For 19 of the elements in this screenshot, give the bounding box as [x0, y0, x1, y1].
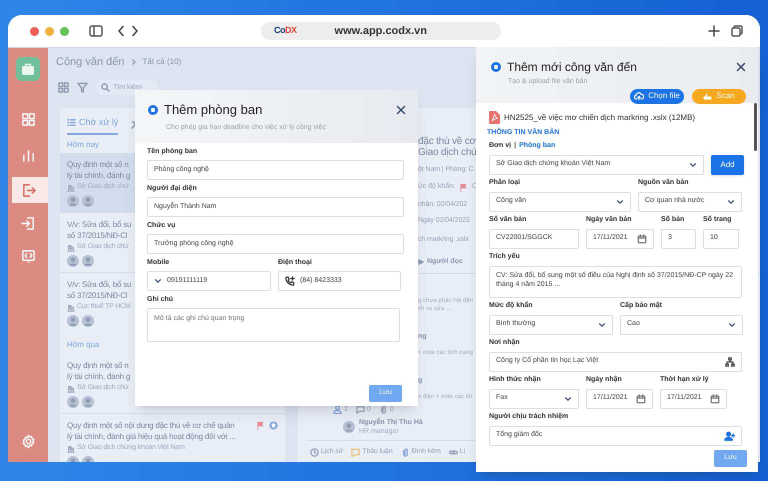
item-title: Quy định một số nội dung đặc thù về cơ chế quản — [67, 420, 235, 430]
logo: CoDX — [274, 24, 297, 38]
item-title: lý tài chính, đánh g — [67, 370, 130, 382]
item-title: V/v: Sửa đổi, bổ su — [67, 278, 132, 290]
item-title: Quy định một số n — [67, 158, 129, 170]
page-title: Công văn đến — [56, 54, 124, 70]
group-label: Hôm qua — [67, 340, 100, 350]
item-title: Quy định một số n — [67, 360, 129, 370]
dialog-title: Thêm phòng ban — [164, 101, 262, 119]
group-label: Hôm nay — [67, 140, 100, 150]
item-title: số 37/2015/NĐ-Cl — [67, 230, 128, 240]
item-title: số 37/2015/NĐ-Cl — [67, 290, 128, 300]
url-text: www.app.codx.vn — [334, 24, 428, 39]
document-title: đặc thù về cơ — [418, 136, 476, 147]
panel-title: Thêm mới công văn đến — [507, 59, 637, 76]
file-name: HN2525_về việc mơ chiến dịch markring .xslx (12MB) — [504, 112, 696, 124]
item-title: V/v: Sửa đổi, bổ su — [67, 218, 132, 230]
item-title: lý tài chính, đánh g — [67, 170, 130, 180]
item-title: lý tài chính, đánh giá hiệu quả hoạt động đối với ... — [67, 430, 236, 442]
